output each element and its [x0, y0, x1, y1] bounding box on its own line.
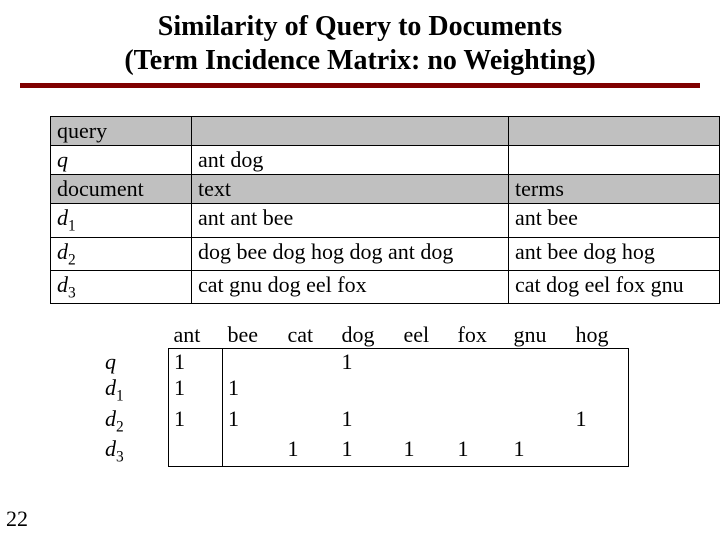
incidence-matrix: ant bee cat dog eel fox gnu hog q 1 1 d1… — [100, 322, 720, 467]
cell: 1 — [337, 436, 399, 466]
cell: 1 — [223, 406, 283, 436]
table-row: d1 ant ant bee ant bee — [51, 204, 720, 237]
title-line-1: Similarity of Query to Documents — [0, 10, 720, 44]
cell: 1 — [509, 436, 571, 466]
cell-d2: d2 — [51, 237, 192, 270]
documents-table: query q ant dog document text terms d1 a… — [50, 116, 720, 304]
cell-empty — [192, 117, 509, 146]
cell — [453, 349, 509, 376]
cell-d3-terms: cat dog eel fox gnu — [509, 270, 720, 303]
cell — [453, 406, 509, 436]
cell-text-label: text — [192, 175, 509, 204]
matrix-row-d2: d2 1 1 1 1 — [100, 406, 629, 436]
cell: 1 — [337, 406, 399, 436]
cell-d3: d3 — [51, 270, 192, 303]
table-row: q ant dog — [51, 146, 720, 175]
cell-q-text: ant dog — [192, 146, 509, 175]
cell — [337, 375, 399, 405]
matrix-row-q: q 1 1 — [100, 349, 629, 376]
page-number: 22 — [6, 506, 28, 532]
cell — [571, 375, 629, 405]
cell-empty — [509, 146, 720, 175]
row-label-d2: d2 — [100, 406, 169, 436]
cell: 1 — [399, 436, 453, 466]
hdr-bee: bee — [223, 322, 283, 349]
title-line-2: (Term Incidence Matrix: no Weighting) — [0, 44, 720, 78]
row-label-d3: d3 — [100, 436, 169, 466]
hdr-hog: hog — [571, 322, 629, 349]
cell — [283, 349, 337, 376]
table-row: query — [51, 117, 720, 146]
cell — [223, 349, 283, 376]
cell: 1 — [169, 349, 223, 376]
hdr-cat: cat — [283, 322, 337, 349]
table-row: document text terms — [51, 175, 720, 204]
hdr-fox: fox — [453, 322, 509, 349]
cell-d1-text: ant ant bee — [192, 204, 509, 237]
row-label-q: q — [100, 349, 169, 376]
cell — [399, 375, 453, 405]
cell: 1 — [169, 406, 223, 436]
hdr-gnu: gnu — [509, 322, 571, 349]
cell-d2-terms: ant bee dog hog — [509, 237, 720, 270]
cell — [509, 375, 571, 405]
cell-empty — [509, 117, 720, 146]
cell — [399, 406, 453, 436]
cell — [509, 406, 571, 436]
cell-document-label: document — [51, 175, 192, 204]
slide-title: Similarity of Query to Documents (Term I… — [0, 0, 720, 77]
cell — [283, 406, 337, 436]
matrix-header: ant bee cat dog eel fox gnu hog — [100, 322, 629, 349]
hdr-dog: dog — [337, 322, 399, 349]
cell — [283, 375, 337, 405]
cell — [571, 436, 629, 466]
title-rule — [20, 83, 700, 88]
cell-query-label: query — [51, 117, 192, 146]
cell-d3-text: cat gnu dog eel fox — [192, 270, 509, 303]
matrix-row-d3: d3 1 1 1 1 1 — [100, 436, 629, 466]
cell-q: q — [51, 146, 192, 175]
hdr-ant: ant — [169, 322, 223, 349]
cell: 1 — [453, 436, 509, 466]
cell-terms-label: terms — [509, 175, 720, 204]
cell: 1 — [571, 406, 629, 436]
row-label-d1: d1 — [100, 375, 169, 405]
cell: 1 — [223, 375, 283, 405]
cell — [399, 349, 453, 376]
table-row: d3 cat gnu dog eel fox cat dog eel fox g… — [51, 270, 720, 303]
cell-d2-text: dog bee dog hog dog ant dog — [192, 237, 509, 270]
cell — [453, 375, 509, 405]
cell-d1: d1 — [51, 204, 192, 237]
cell-d1-terms: ant bee — [509, 204, 720, 237]
cell: 1 — [169, 375, 223, 405]
hdr-eel: eel — [399, 322, 453, 349]
cell — [571, 349, 629, 376]
matrix-row-d1: d1 1 1 — [100, 375, 629, 405]
cell: 1 — [337, 349, 399, 376]
cell: 1 — [283, 436, 337, 466]
cell — [223, 436, 283, 466]
table-row: d2 dog bee dog hog dog ant dog ant bee d… — [51, 237, 720, 270]
cell — [169, 436, 223, 466]
cell — [509, 349, 571, 376]
